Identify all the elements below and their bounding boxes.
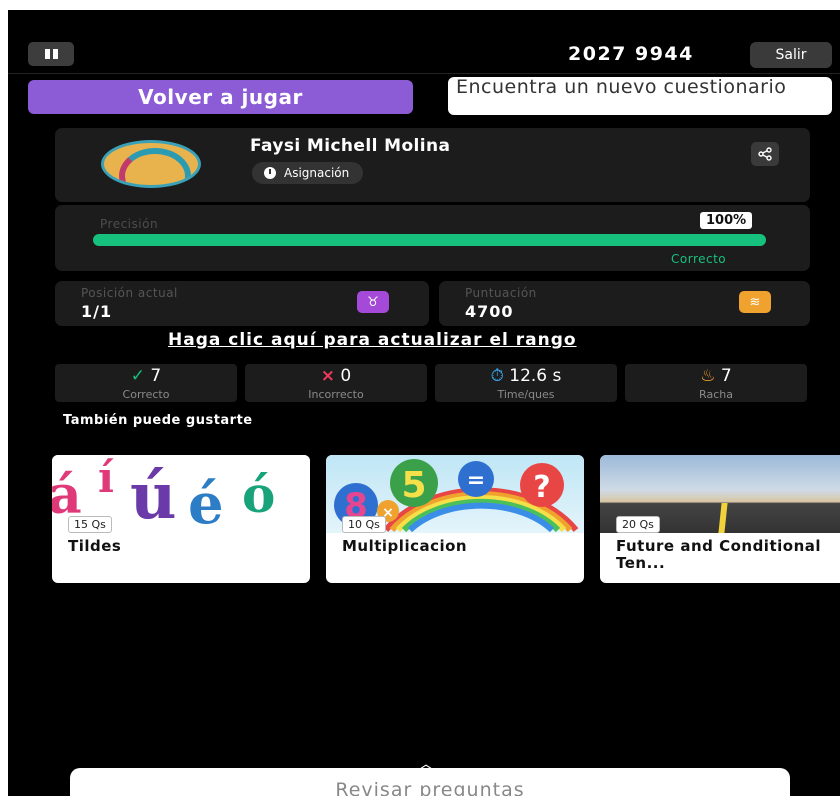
coins-icon: ≋: [739, 291, 771, 313]
pause-icon: [44, 49, 50, 59]
quiz-card-multiplicacion[interactable]: 8 5 × = ? 10 Qs Multiplicacion: [326, 455, 584, 583]
quiz-title: Tildes: [68, 537, 122, 555]
timer-icon: ⏱: [490, 366, 504, 386]
accuracy-bar-fill: [93, 234, 766, 246]
stat-incorrect-label: Incorrecto: [308, 388, 364, 401]
question-count-badge: 10 Qs: [342, 516, 386, 533]
game-code: 2027 9944: [568, 43, 694, 65]
find-new-quiz-button[interactable]: Encuentra un nuevo cuestionario: [448, 77, 832, 115]
question-count-badge: 15 Qs: [68, 516, 112, 533]
stat-streak-label: Racha: [699, 388, 733, 401]
share-button[interactable]: [751, 142, 779, 166]
stats-row: ✓ 7 Correcto × 0 Incorrecto ⏱ 12.6 s Tim…: [55, 364, 810, 402]
stat-streak-value: 7: [720, 366, 732, 386]
svg-text:?: ?: [533, 470, 550, 505]
quiz-card-tildes[interactable]: á í ú é ó 15 Qs Tildes: [52, 455, 310, 583]
top-bar: 2027 9944 Salir: [8, 10, 840, 70]
stat-correct-label: Correcto: [122, 388, 170, 401]
stat-correct: ✓ 7 Correcto: [55, 364, 237, 402]
position-label: Posición actual: [81, 286, 178, 300]
score-card: Puntuación 4700 ≋: [439, 281, 810, 326]
update-rank-link[interactable]: Haga clic aquí para actualizar el rango: [168, 330, 577, 350]
profile-card: Faysi Michell Molina Asignación: [55, 128, 810, 202]
pause-button[interactable]: [28, 42, 74, 66]
review-questions-button[interactable]: Revisar preguntas: [70, 768, 790, 796]
accuracy-status: Correcto: [671, 252, 727, 266]
avatar: [101, 140, 201, 188]
stat-time-label: Time/ques: [497, 388, 555, 401]
stat-time-value: 12.6 s: [509, 366, 562, 386]
road-line: [718, 503, 728, 533]
accuracy-card: Precisión 100% Correcto: [55, 205, 810, 271]
question-count-badge: 20 Qs: [616, 516, 660, 533]
check-icon: ✓: [130, 366, 145, 386]
svg-text:=: =: [467, 468, 485, 493]
flame-icon: ♨: [700, 366, 716, 386]
quiz-title: Future and Conditional Ten...: [616, 537, 822, 572]
stat-correct-value: 7: [150, 366, 162, 386]
position-card: Posición actual 1/1 ♉: [55, 281, 429, 326]
svg-text:5: 5: [401, 465, 426, 506]
accuracy-label: Precisión: [100, 217, 159, 231]
play-again-button[interactable]: Volver a jugar: [28, 80, 413, 114]
assignment-label: Asignación: [284, 166, 350, 180]
position-value: 1/1: [81, 302, 113, 321]
quiz-card-future-conditional[interactable]: 20 Qs Future and Conditional Ten...: [600, 455, 840, 583]
results-screen: 2027 9944 Salir Volver a jugar Encuentra…: [8, 10, 840, 796]
quiz-title: Multiplicacion: [342, 537, 468, 555]
recommendations-title: También puede gustarte: [63, 413, 253, 428]
accuracy-percent: 100%: [700, 212, 753, 229]
score-label: Puntuación: [465, 286, 537, 300]
x-icon: ×: [320, 366, 335, 386]
accuracy-bar: [93, 234, 766, 246]
medal-icon: ♉: [357, 291, 389, 313]
pause-icon-bar: [52, 49, 58, 59]
stat-incorrect-value: 0: [340, 366, 352, 386]
assignment-badge: Asignación: [252, 162, 364, 184]
stat-streak: ♨ 7 Racha: [625, 364, 807, 402]
stat-incorrect: × 0 Incorrecto: [245, 364, 427, 402]
share-icon: [758, 147, 772, 161]
stat-time: ⏱ 12.6 s Time/ques: [435, 364, 617, 402]
player-name: Faysi Michell Molina: [250, 136, 451, 156]
divider: [8, 73, 840, 74]
clock-icon: [264, 167, 276, 179]
score-value: 4700: [465, 302, 514, 321]
exit-button[interactable]: Salir: [750, 42, 832, 68]
